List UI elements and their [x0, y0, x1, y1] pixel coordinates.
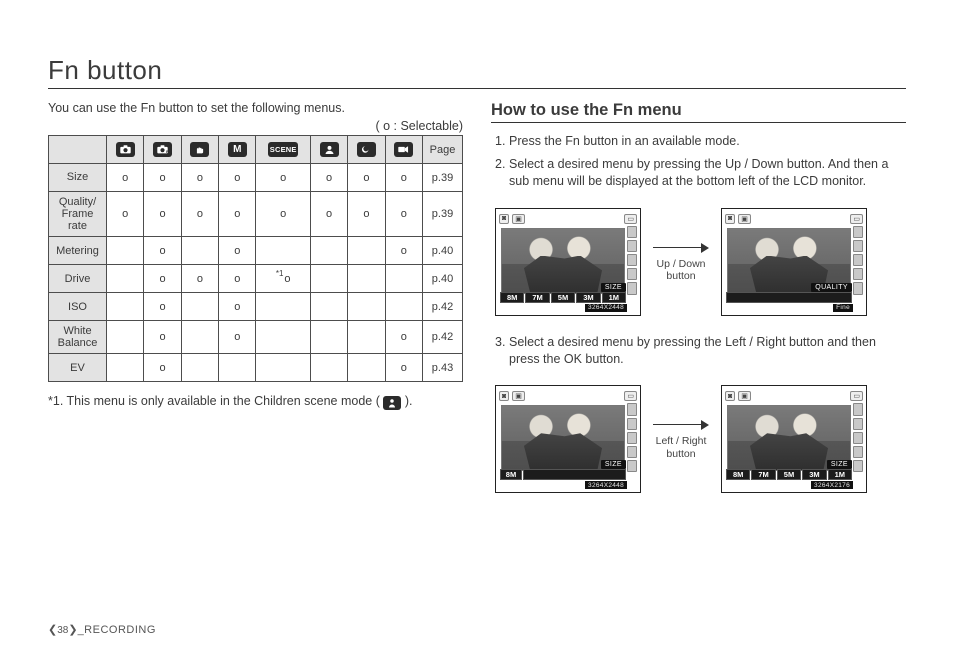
page-header: Page — [423, 136, 463, 164]
arrow-icon — [653, 241, 709, 255]
legend-text: ( o : Selectable) — [48, 119, 463, 133]
svg-text:P: P — [166, 149, 169, 154]
footnote: *1. This menu is only available in the C… — [48, 394, 463, 410]
page-footer: ❮38❯_RECORDING — [48, 623, 156, 636]
lcd-preview-size-3: ◙▣▭ SIZE 8M 7M 5M 3M 1M 3264X2176 — [721, 385, 867, 493]
table-row: Metering ooo p.40 — [49, 237, 463, 265]
fn-menu-table: P M SCENE Page Size oooooooo p.39 Qualit… — [48, 135, 463, 382]
illustration-row-1: ◙▣▭ SIZE 8M 7M 5M 3M 1M 3264X2448 Up / D… — [495, 208, 906, 316]
manual-icon: M — [228, 142, 247, 157]
video-icon — [394, 142, 413, 157]
step-2: 2.Select a desired menu by pressing the … — [495, 156, 906, 190]
step-3: 3.Select a desired menu by pressing the … — [495, 334, 906, 368]
camera-icon — [116, 142, 135, 157]
mode-col-scene: SCENE — [256, 136, 310, 164]
header-diagonal — [49, 136, 107, 164]
arrow-leftright: Left / Right button — [653, 418, 709, 460]
illustration-row-2: ◙▣▭ SIZE 8M 3264X2448 Left / Right butto… — [495, 385, 906, 493]
steps-list: 1.Press the Fn button in an available mo… — [495, 133, 906, 190]
table-header-row: P M SCENE Page — [49, 136, 463, 164]
right-column: How to use the Fn menu 1.Press the Fn bu… — [491, 101, 906, 511]
arrow-icon — [653, 418, 709, 432]
mode-col-dis — [181, 136, 218, 164]
lcd-preview-size-2: ◙▣▭ SIZE 8M 3264X2448 — [495, 385, 641, 493]
portrait-icon — [320, 142, 339, 157]
mode-col-movie — [385, 136, 422, 164]
camera-p-icon: P — [153, 142, 172, 157]
table-row: White Balance ooo p.42 — [49, 321, 463, 354]
table-row: EV oo p.43 — [49, 354, 463, 382]
night-icon — [357, 142, 376, 157]
arrow-updown: Up / Down button — [653, 241, 709, 283]
lcd-preview-quality: ◙▣▭ QUALITY Fine — [721, 208, 867, 316]
page-title: Fn button — [48, 55, 906, 89]
hand-icon — [190, 142, 209, 157]
mode-col-portrait — [310, 136, 347, 164]
table-row: Quality/ Frame rate oooooooo p.39 — [49, 192, 463, 237]
step-1: 1.Press the Fn button in an available mo… — [495, 133, 906, 150]
mode-col-night — [348, 136, 385, 164]
children-scene-icon — [383, 396, 401, 410]
mode-col-auto — [107, 136, 144, 164]
table-row: ISO oo p.42 — [49, 293, 463, 321]
scene-icon: SCENE — [268, 142, 298, 157]
mode-col-program: P — [144, 136, 181, 164]
intro-text: You can use the Fn button to set the fol… — [48, 101, 463, 115]
lcd-preview-size: ◙▣▭ SIZE 8M 7M 5M 3M 1M 3264X2448 — [495, 208, 641, 316]
subheading: How to use the Fn menu — [491, 101, 906, 123]
steps-list-2: 3.Select a desired menu by pressing the … — [495, 334, 906, 368]
table-row: Size oooooooo p.39 — [49, 164, 463, 192]
table-row: Drive ooo *1o p.40 — [49, 265, 463, 293]
mode-col-manual: M — [219, 136, 256, 164]
left-column: You can use the Fn button to set the fol… — [48, 101, 463, 511]
